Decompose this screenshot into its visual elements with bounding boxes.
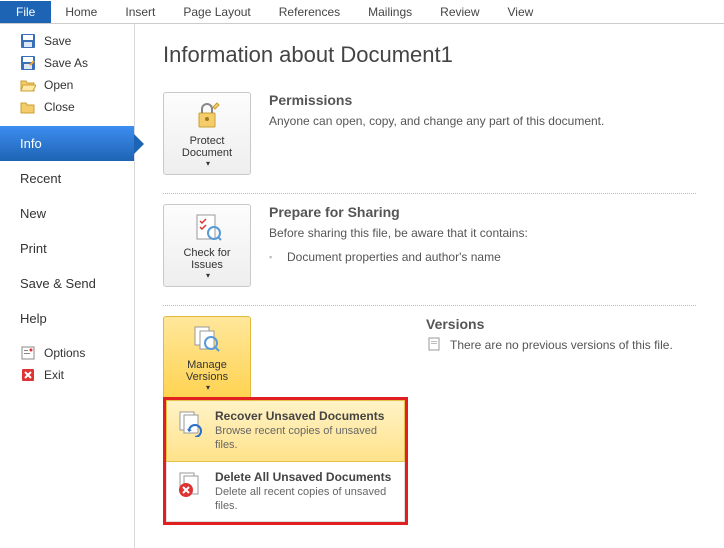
tab-mailings[interactable]: Mailings <box>354 1 426 23</box>
nav-label: Save As <box>44 56 88 70</box>
sharing-list-item: Document properties and author's name <box>269 248 696 267</box>
section-text: Anyone can open, copy, and change any pa… <box>269 112 696 130</box>
section-sharing: Check for Issues▾ Prepare for Sharing Be… <box>163 193 696 305</box>
section-text: Before sharing this file, be aware that … <box>269 224 696 242</box>
button-label: Check for Issues <box>183 247 230 271</box>
nav-exit[interactable]: Exit <box>0 364 134 386</box>
exit-icon <box>20 367 36 383</box>
tab-references[interactable]: References <box>265 1 354 23</box>
nav-save-send[interactable]: Save & Send <box>0 266 134 301</box>
chevron-down-icon: ▾ <box>206 271 210 280</box>
nav-open[interactable]: Open <box>0 74 134 96</box>
nav-new[interactable]: New <box>0 196 134 231</box>
section-versions: Manage Versions▾ Recover Unsaved Documen… <box>163 305 696 529</box>
button-label: Protect Document <box>182 135 232 159</box>
check-issues-button[interactable]: Check for Issues▾ <box>163 204 251 287</box>
nav-options[interactable]: Options <box>0 342 134 364</box>
nav-label: Save <box>44 34 71 48</box>
lock-icon <box>191 99 223 131</box>
tab-review[interactable]: Review <box>426 1 493 23</box>
tab-insert[interactable]: Insert <box>111 1 169 23</box>
nav-label: Close <box>44 100 75 114</box>
nav-print[interactable]: Print <box>0 231 134 266</box>
nav-help[interactable]: Help <box>0 301 134 336</box>
nav-info[interactable]: Info <box>0 126 134 161</box>
saveas-icon <box>20 55 36 71</box>
options-icon <box>20 345 36 361</box>
nav-close[interactable]: Close <box>0 96 134 118</box>
nav-recent[interactable]: Recent <box>0 161 134 196</box>
button-label: Manage Versions <box>186 359 228 383</box>
protect-document-button[interactable]: Protect Document▾ <box>163 92 251 175</box>
nav-label: Open <box>44 78 73 92</box>
section-text: There are no previous versions of this f… <box>450 336 673 354</box>
dropdown-title: Recover Unsaved Documents <box>215 409 394 423</box>
delete-unsaved-item[interactable]: Delete All Unsaved Documents Delete all … <box>166 462 405 523</box>
save-icon <box>20 33 36 49</box>
nav-label: Exit <box>44 368 64 382</box>
section-title: Prepare for Sharing <box>269 204 696 220</box>
delete-icon <box>177 470 205 498</box>
section-title: Versions <box>426 316 696 332</box>
tab-page-layout[interactable]: Page Layout <box>169 1 264 23</box>
open-icon <box>20 77 36 93</box>
chevron-down-icon: ▾ <box>206 383 210 392</box>
versions-dropdown: Recover Unsaved Documents Browse recent … <box>163 397 408 525</box>
page-title: Information about Document1 <box>163 42 696 68</box>
content-pane: Information about Document1 Protect Docu… <box>135 24 724 548</box>
checklist-icon <box>191 211 223 243</box>
section-permissions: Protect Document▾ Permissions Anyone can… <box>163 88 696 193</box>
chevron-down-icon: ▾ <box>206 159 210 168</box>
section-title: Permissions <box>269 92 696 108</box>
nav-save-as[interactable]: Save As <box>0 52 134 74</box>
tab-view[interactable]: View <box>494 1 548 23</box>
dropdown-subtitle: Delete all recent copies of unsaved file… <box>215 485 394 514</box>
backstage-nav: Save Save As Open Close Info Recent New … <box>0 24 135 548</box>
nav-save[interactable]: Save <box>0 30 134 52</box>
ribbon-tabs: File Home Insert Page Layout References … <box>0 0 724 24</box>
tab-file[interactable]: File <box>0 1 51 23</box>
manage-versions-button[interactable]: Manage Versions▾ <box>163 316 251 399</box>
nav-label: Options <box>44 346 85 360</box>
versions-icon <box>191 323 223 355</box>
document-icon <box>426 336 442 352</box>
recover-icon <box>177 409 205 437</box>
dropdown-title: Delete All Unsaved Documents <box>215 470 394 484</box>
dropdown-subtitle: Browse recent copies of unsaved files. <box>215 424 394 453</box>
tab-home[interactable]: Home <box>51 1 111 23</box>
recover-unsaved-item[interactable]: Recover Unsaved Documents Browse recent … <box>166 400 405 462</box>
close-icon <box>20 99 36 115</box>
